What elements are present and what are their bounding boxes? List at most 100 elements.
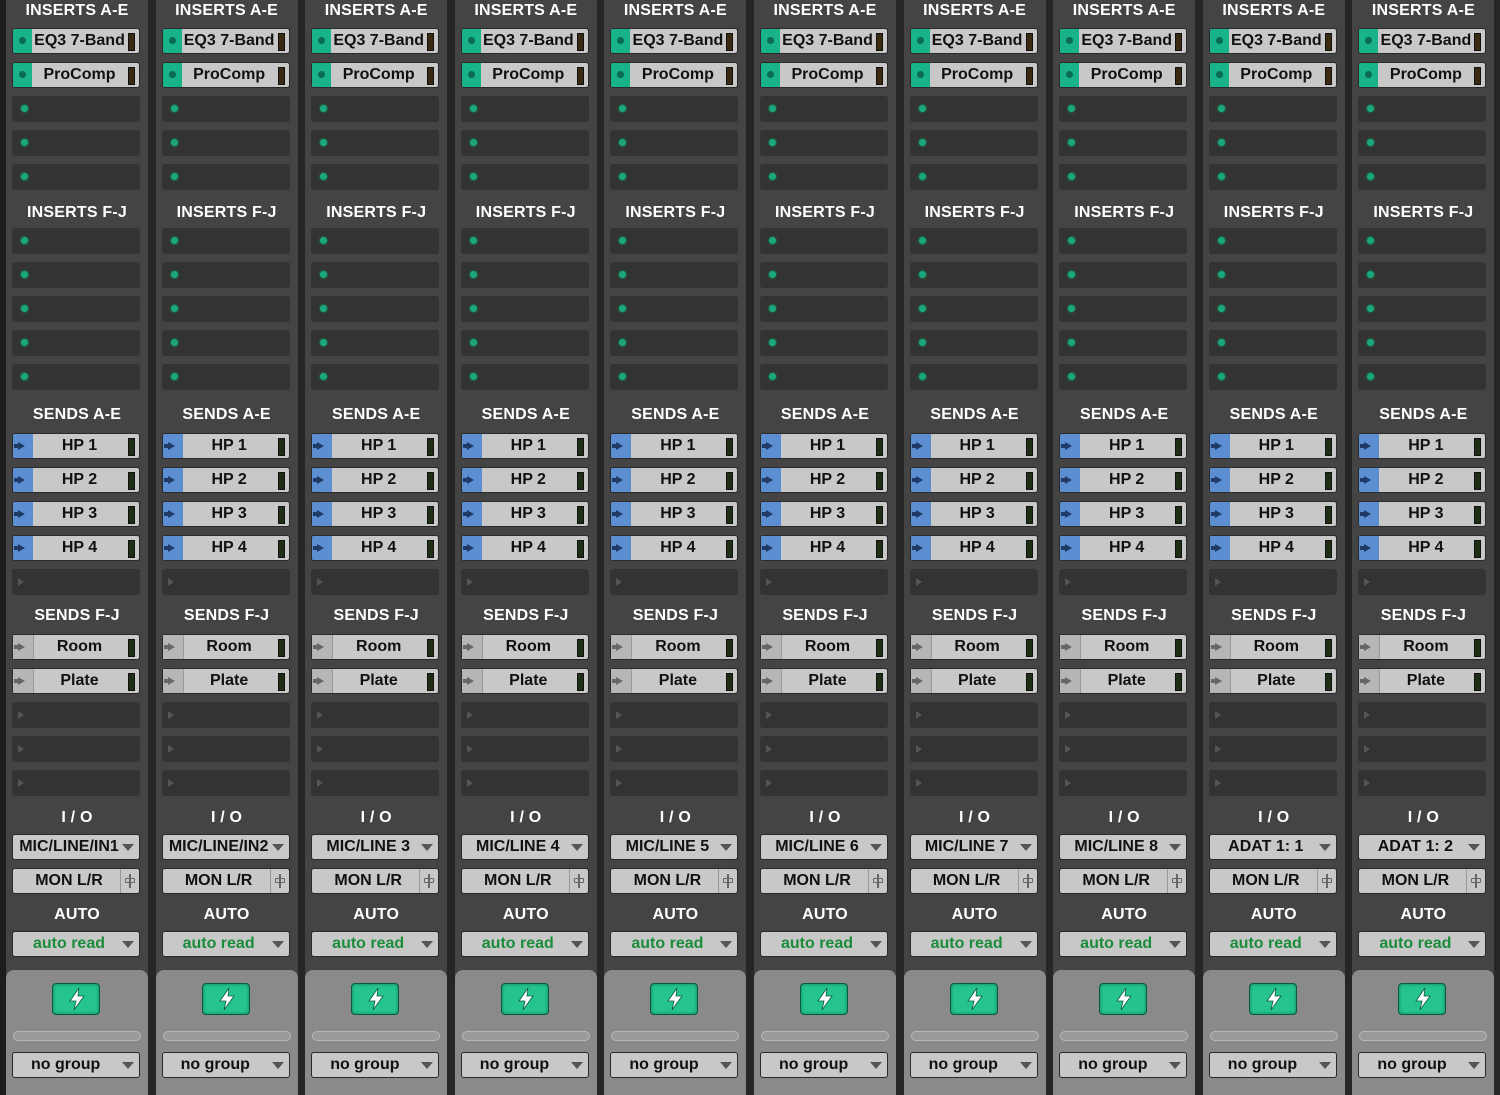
send-enable-button[interactable] [611,669,633,693]
fader-track[interactable] [1209,1031,1338,1041]
empty-insert-slot[interactable] [610,96,739,122]
insert-bypass-icon[interactable] [461,63,481,87]
send-enable-button[interactable] [611,502,632,526]
send-enable-button[interactable] [1060,635,1082,659]
power-button[interactable] [500,983,549,1015]
send-enable-button[interactable] [312,536,333,560]
insert-slot[interactable]: EQ3 7-Band [1358,28,1487,54]
empty-send-slot[interactable] [1208,702,1337,728]
insert-bypass-icon[interactable] [1359,63,1379,87]
send-enable-button[interactable] [1060,536,1081,560]
output-selector[interactable]: MON L/R [1059,868,1188,894]
plug-icon[interactable] [868,869,887,893]
empty-insert-slot[interactable] [311,164,440,190]
send-enable-button[interactable] [761,434,781,458]
send-slot[interactable]: HP 2 [909,467,1038,493]
send-slot[interactable]: Room [909,634,1038,660]
send-slot[interactable]: HP 3 [12,501,140,527]
send-enable-button[interactable] [1060,434,1081,458]
send-enable-button[interactable] [761,468,781,492]
send-enable-button[interactable] [13,635,34,659]
insert-bypass-icon[interactable] [910,63,930,87]
send-enable-button[interactable] [1060,502,1081,526]
send-slot[interactable]: Room [1208,634,1337,660]
insert-slot[interactable]: ProComp [1208,62,1337,88]
empty-send-slot[interactable] [1059,736,1188,762]
fader-track[interactable] [761,1031,889,1041]
group-selector[interactable]: no group [1208,1052,1337,1078]
send-enable-button[interactable] [1209,434,1230,458]
send-slot[interactable]: HP 2 [1208,467,1337,493]
send-slot[interactable]: HP 4 [610,535,739,561]
insert-slot[interactable]: ProComp [1059,62,1188,88]
send-enable-button[interactable] [1359,434,1380,458]
insert-bypass-icon[interactable] [1209,29,1229,53]
empty-insert-slot[interactable] [1208,262,1337,288]
power-button[interactable] [1398,983,1447,1015]
insert-bypass-icon[interactable] [910,29,930,53]
empty-send-slot[interactable] [1208,569,1337,595]
empty-send-slot[interactable] [161,569,290,595]
empty-send-slot[interactable] [909,770,1038,796]
send-enable-button[interactable] [162,468,183,492]
send-slot[interactable]: HP 2 [1358,467,1487,493]
send-slot[interactable]: HP 1 [909,433,1038,459]
empty-insert-slot[interactable] [610,296,739,322]
power-button[interactable] [201,983,250,1015]
empty-insert-slot[interactable] [1358,96,1487,122]
insert-slot[interactable]: EQ3 7-Band [311,28,440,54]
insert-bypass-icon[interactable] [761,63,780,87]
empty-insert-slot[interactable] [1208,164,1337,190]
automation-mode-selector[interactable]: auto read [161,931,290,957]
send-enable-button[interactable] [1209,536,1230,560]
input-selector[interactable]: MIC/LINE 7 [909,834,1038,860]
empty-insert-slot[interactable] [460,130,589,156]
send-slot[interactable]: Room [460,634,589,660]
insert-bypass-icon[interactable] [162,63,182,87]
insert-slot[interactable]: ProComp [161,62,290,88]
empty-send-slot[interactable] [12,569,140,595]
send-enable-button[interactable] [910,669,932,693]
send-slot[interactable]: HP 1 [1059,433,1188,459]
empty-insert-slot[interactable] [460,330,589,356]
empty-send-slot[interactable] [1059,702,1188,728]
insert-slot[interactable]: ProComp [460,62,589,88]
insert-bypass-icon[interactable] [312,29,332,53]
automation-mode-selector[interactable]: auto read [760,931,888,957]
insert-slot[interactable]: EQ3 7-Band [1059,28,1188,54]
empty-insert-slot[interactable] [760,130,888,156]
send-slot[interactable]: HP 3 [1208,501,1337,527]
plug-icon[interactable] [419,869,438,893]
empty-insert-slot[interactable] [760,262,888,288]
send-enable-button[interactable] [1060,669,1082,693]
plug-icon[interactable] [718,869,737,893]
input-selector[interactable]: ADAT 1: 2 [1358,834,1487,860]
automation-mode-selector[interactable]: auto read [1208,931,1337,957]
send-slot[interactable]: HP 4 [909,535,1038,561]
output-selector[interactable]: MON L/R [311,868,440,894]
insert-slot[interactable]: ProComp [1358,62,1487,88]
send-enable-button[interactable] [761,635,782,659]
fader-track[interactable] [461,1031,590,1041]
power-button[interactable] [52,983,100,1015]
empty-insert-slot[interactable] [161,228,290,254]
output-selector[interactable]: MON L/R [610,868,739,894]
send-slot[interactable]: Plate [610,668,739,694]
empty-send-slot[interactable] [1358,770,1487,796]
send-enable-button[interactable] [1209,502,1230,526]
empty-insert-slot[interactable] [760,164,888,190]
send-enable-button[interactable] [162,635,184,659]
empty-send-slot[interactable] [610,736,739,762]
empty-send-slot[interactable] [610,569,739,595]
insert-bypass-icon[interactable] [1060,63,1080,87]
empty-send-slot[interactable] [161,736,290,762]
send-enable-button[interactable] [461,434,482,458]
empty-send-slot[interactable] [311,569,440,595]
send-enable-button[interactable] [13,468,33,492]
plug-icon[interactable] [1316,869,1336,893]
send-enable-button[interactable] [312,502,333,526]
group-selector[interactable]: no group [760,1052,888,1078]
empty-insert-slot[interactable] [161,96,290,122]
input-selector[interactable]: MIC/LINE 3 [311,834,440,860]
empty-send-slot[interactable] [12,770,140,796]
